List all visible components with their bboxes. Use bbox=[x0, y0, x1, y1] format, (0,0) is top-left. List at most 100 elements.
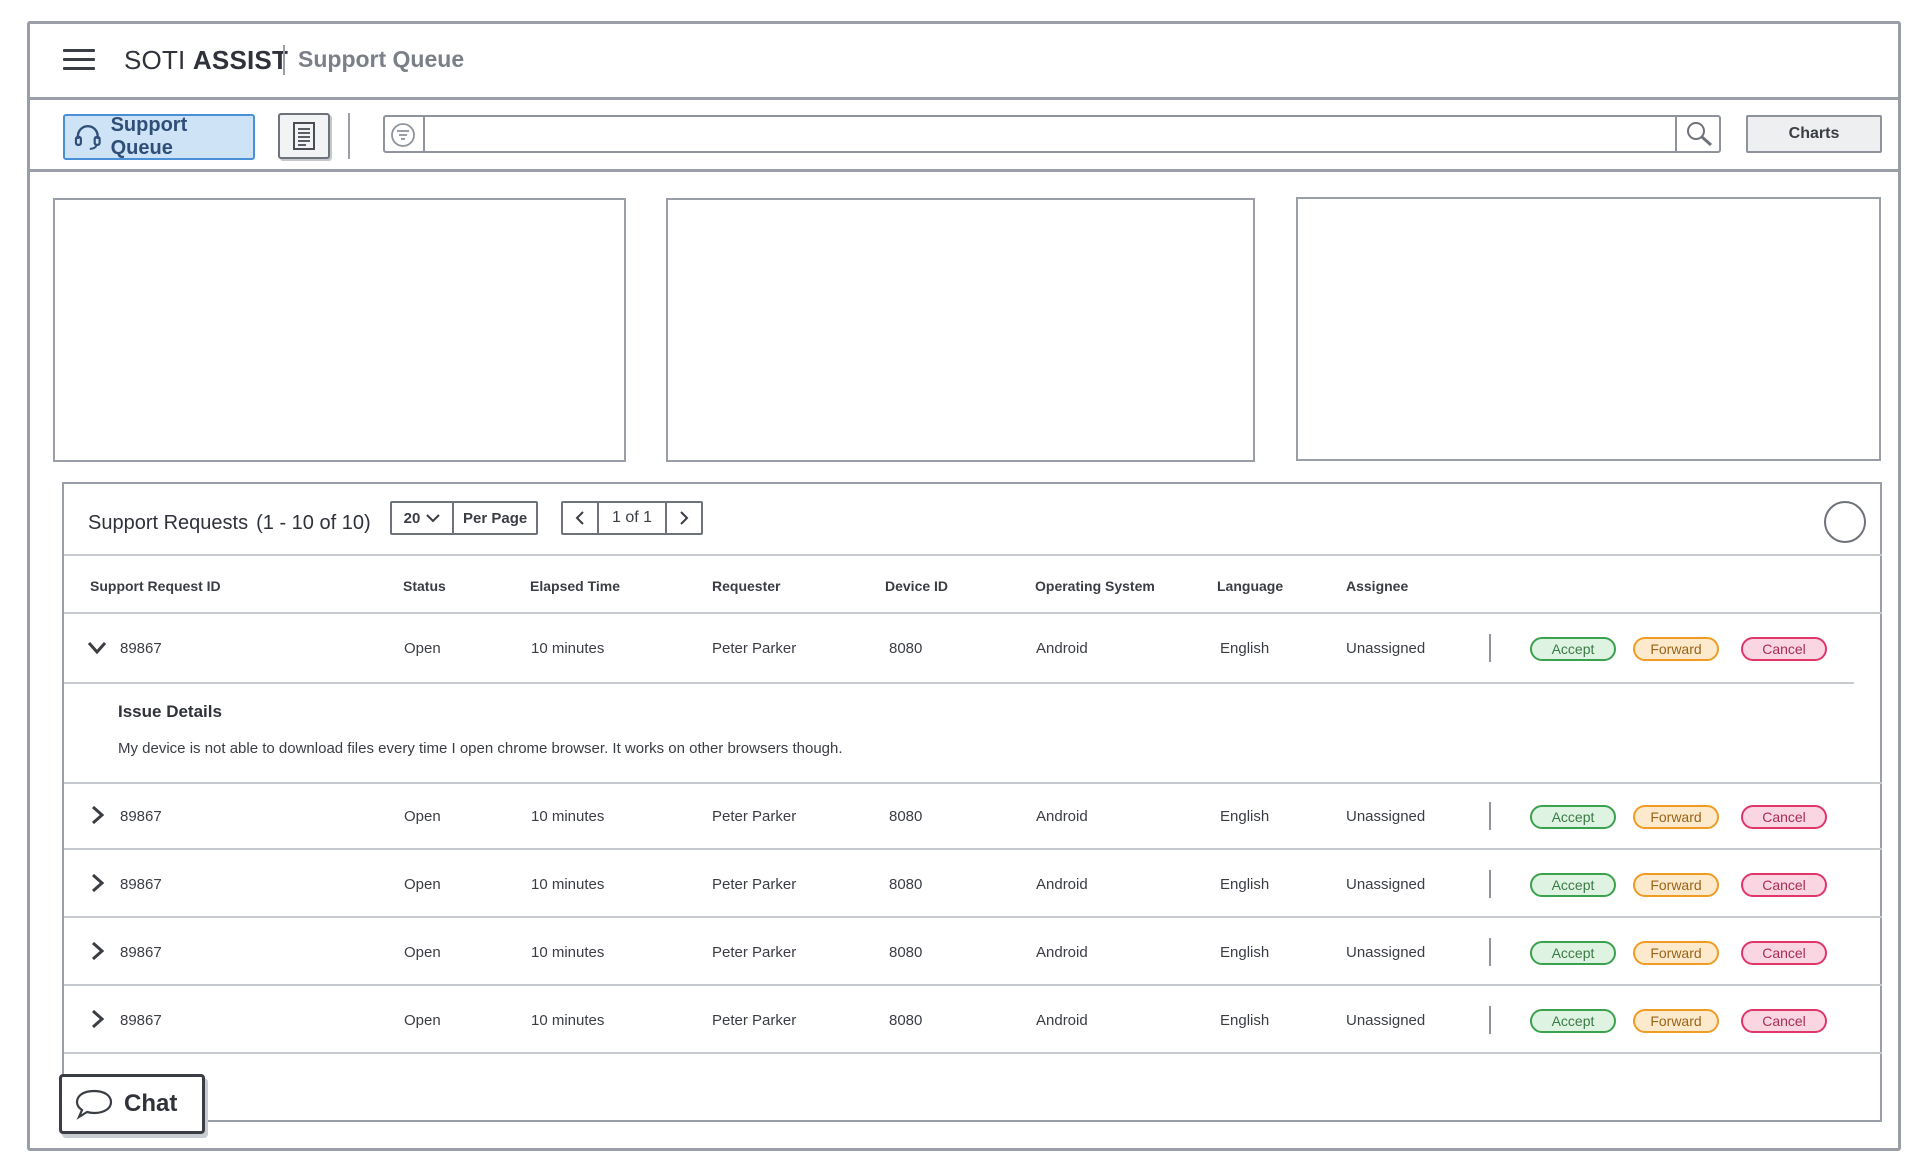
cell-device-id: 8080 bbox=[889, 876, 923, 893]
chevron-right-icon[interactable] bbox=[86, 872, 108, 894]
chevron-left-icon bbox=[575, 511, 584, 525]
col-operating-system[interactable]: Operating System bbox=[1035, 578, 1155, 594]
next-page-button[interactable] bbox=[665, 503, 701, 533]
accept-button[interactable]: Accept bbox=[1530, 805, 1616, 829]
accept-button[interactable]: Accept bbox=[1530, 637, 1616, 661]
cancel-button[interactable]: Cancel bbox=[1741, 1009, 1827, 1033]
table-row[interactable]: 89867 Open 10 minutes Peter Parker 8080 … bbox=[64, 784, 1882, 850]
cell-elapsed: 10 minutes bbox=[531, 808, 605, 825]
forward-button[interactable]: Forward bbox=[1633, 873, 1719, 897]
app-header: SOTI ASSIST Support Queue bbox=[30, 24, 1898, 100]
col-status[interactable]: Status bbox=[403, 578, 446, 594]
table-row[interactable]: 89867 Open 10 minutes Peter Parker 8080 … bbox=[64, 616, 1882, 682]
cell-status: Open bbox=[404, 1012, 441, 1029]
cell-device-id: 8080 bbox=[889, 1012, 923, 1029]
cell-device-id: 8080 bbox=[889, 808, 923, 825]
support-queue-label: Support Queue bbox=[110, 114, 188, 159]
cell-assignee: Unassigned bbox=[1346, 1012, 1426, 1029]
cell-language: English bbox=[1220, 640, 1270, 657]
hamburger-menu-icon[interactable] bbox=[63, 49, 95, 73]
headset-icon bbox=[74, 124, 101, 150]
filter-divider bbox=[423, 117, 425, 151]
card-title: Support Requests (1 - 10 of 10) bbox=[88, 512, 371, 535]
chevron-right-icon[interactable] bbox=[86, 940, 108, 962]
cell-language: English bbox=[1220, 1012, 1270, 1029]
table-row[interactable]: 89867 Open 10 minutes Peter Parker 8080 … bbox=[64, 852, 1882, 918]
filter-icon[interactable] bbox=[389, 121, 417, 149]
cancel-button[interactable]: Cancel bbox=[1741, 941, 1827, 965]
table-row[interactable]: 89867 Open 10 minutes Peter Parker 8080 … bbox=[64, 920, 1882, 986]
cell-requester: Peter Parker bbox=[712, 944, 797, 961]
prev-page-button[interactable] bbox=[563, 503, 599, 533]
search-divider bbox=[1675, 117, 1677, 151]
brand-divider bbox=[283, 45, 285, 75]
cell-assignee: Unassigned bbox=[1346, 876, 1426, 893]
cell-elapsed: 10 minutes bbox=[531, 640, 605, 657]
cell-request-id: 89867 bbox=[120, 1012, 162, 1029]
cell-os: Android bbox=[1036, 640, 1088, 657]
issue-details-title: Issue Details bbox=[118, 702, 222, 721]
refresh-circle-icon[interactable] bbox=[1824, 501, 1866, 543]
search-bar bbox=[383, 115, 1721, 153]
chevron-right-icon[interactable] bbox=[86, 804, 108, 826]
dashboard-panel-2 bbox=[666, 198, 1255, 462]
toolbar: Support Queue Charts bbox=[30, 100, 1898, 172]
cell-assignee: Unassigned bbox=[1346, 808, 1426, 825]
per-page-value: 20 bbox=[403, 509, 421, 527]
cell-requester: Peter Parker bbox=[712, 640, 797, 657]
forward-button[interactable]: Forward bbox=[1633, 637, 1719, 661]
document-button[interactable] bbox=[278, 113, 330, 159]
table-row[interactable]: 89867 Open 10 minutes Peter Parker 8080 … bbox=[64, 988, 1882, 1054]
forward-button[interactable]: Forward bbox=[1633, 805, 1719, 829]
per-page-selector: 20 Per Page bbox=[390, 501, 539, 535]
chevron-right-icon[interactable] bbox=[86, 1008, 108, 1030]
cell-os: Android bbox=[1036, 808, 1088, 825]
dashboard-panel-1 bbox=[53, 198, 626, 462]
col-assignee[interactable]: Assignee bbox=[1346, 578, 1408, 594]
cancel-button[interactable]: Cancel bbox=[1741, 805, 1827, 829]
accept-button[interactable]: Accept bbox=[1530, 873, 1616, 897]
col-requester[interactable]: Requester bbox=[712, 578, 780, 594]
cell-requester: Peter Parker bbox=[712, 876, 797, 893]
dashboard-panel-3 bbox=[1296, 197, 1881, 461]
forward-button[interactable]: Forward bbox=[1633, 1009, 1719, 1033]
action-divider bbox=[1489, 938, 1491, 966]
chat-bubble-icon bbox=[75, 1089, 113, 1120]
support-queue-button[interactable]: Support Queue bbox=[63, 114, 255, 160]
charts-button[interactable]: Charts bbox=[1746, 115, 1882, 153]
page-title: Support Queue bbox=[298, 46, 465, 72]
search-input[interactable] bbox=[429, 120, 1669, 148]
brand-light-text: SOTI bbox=[124, 45, 186, 75]
cancel-button[interactable]: Cancel bbox=[1741, 637, 1827, 661]
action-divider bbox=[1489, 802, 1491, 830]
cell-language: English bbox=[1220, 944, 1270, 961]
cell-request-id: 89867 bbox=[120, 876, 162, 893]
action-divider bbox=[1489, 1006, 1491, 1034]
col-language[interactable]: Language bbox=[1217, 578, 1283, 594]
accept-button[interactable]: Accept bbox=[1530, 941, 1616, 965]
chat-button[interactable]: Chat bbox=[59, 1074, 205, 1134]
col-elapsed-time[interactable]: Elapsed Time bbox=[530, 578, 620, 594]
cell-elapsed: 10 minutes bbox=[531, 1012, 605, 1029]
forward-button[interactable]: Forward bbox=[1633, 941, 1719, 965]
search-icon[interactable] bbox=[1683, 119, 1715, 149]
cell-status: Open bbox=[404, 808, 441, 825]
accept-button[interactable]: Accept bbox=[1530, 1009, 1616, 1033]
issue-details-panel: Issue Details My device is not able to d… bbox=[64, 682, 1882, 784]
col-request-id[interactable]: Support Request ID bbox=[90, 578, 221, 594]
brand-bold-text: ASSIST bbox=[192, 45, 289, 75]
action-divider bbox=[1489, 634, 1491, 662]
chevron-down-icon bbox=[426, 514, 441, 523]
pagination: 1 of 1 bbox=[561, 501, 703, 535]
cell-elapsed: 10 minutes bbox=[531, 944, 605, 961]
col-device-id[interactable]: Device ID bbox=[885, 578, 948, 594]
cancel-button[interactable]: Cancel bbox=[1741, 873, 1827, 897]
per-page-dropdown[interactable]: 20 bbox=[392, 503, 454, 533]
cell-os: Android bbox=[1036, 1012, 1088, 1029]
cell-requester: Peter Parker bbox=[712, 1012, 797, 1029]
cell-status: Open bbox=[404, 944, 441, 961]
chevron-down-icon[interactable] bbox=[86, 636, 108, 658]
cell-os: Android bbox=[1036, 876, 1088, 893]
cell-elapsed: 10 minutes bbox=[531, 876, 605, 893]
cell-assignee: Unassigned bbox=[1346, 640, 1426, 657]
